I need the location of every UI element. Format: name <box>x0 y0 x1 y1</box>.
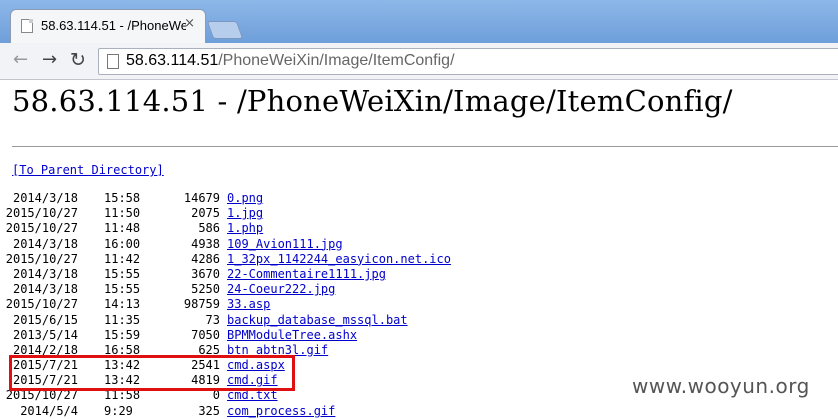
file-size: 586 <box>198 221 220 236</box>
file-size: 2075 <box>191 206 220 221</box>
file-link[interactable]: 1.php <box>227 221 263 236</box>
file-date: 2014/3/18 <box>12 282 78 297</box>
file-link[interactable]: 24-Coeur222.jpg <box>227 282 335 297</box>
page-title: 58.63.114.51 - /PhoneWeiXin/Image/ItemCo… <box>12 84 733 118</box>
file-link[interactable]: 33.asp <box>227 297 270 312</box>
url-host: 58.63.114.51 <box>126 52 219 69</box>
file-link[interactable]: com_process.gif <box>227 404 335 419</box>
file-size: 14679 <box>183 191 220 205</box>
file-time: 11:42 <box>104 251 141 266</box>
file-size: 325 <box>198 403 220 418</box>
file-time: 11:50 <box>104 206 141 221</box>
file-time: 15:55 <box>104 266 141 281</box>
file-link[interactable]: 1.jpg <box>227 206 263 221</box>
file-size: 3670 <box>191 266 220 281</box>
tab-title: 58.63.114.51 - /PhoneWeiXin/Image/ItemCo… <box>41 18 186 33</box>
file-link[interactable]: backup_database_mssql.bat <box>227 313 408 328</box>
file-link[interactable]: 22-Commentaire1111.jpg <box>227 267 386 282</box>
file-size: 7050 <box>191 327 220 342</box>
file-time: 15:58 <box>104 191 141 205</box>
close-tab-icon[interactable]: × <box>184 16 195 31</box>
file-link[interactable]: 109_Avion111.jpg <box>227 237 343 252</box>
file-date: 2014/3/18 <box>12 266 78 281</box>
highlight-box <box>9 355 295 391</box>
file-size: 4938 <box>191 236 220 251</box>
file-date: 2015/10/27 <box>5 221 78 236</box>
browser-toolbar: ← → ↻ 58.63.114.51/PhoneWeiXin/Image/Ite… <box>0 43 838 80</box>
tab-strip: 58.63.114.51 - /PhoneWeiXin/Image/ItemCo… <box>0 0 838 43</box>
back-arrow-icon[interactable]: ← <box>13 51 28 69</box>
browser-tab[interactable]: 58.63.114.51 - /PhoneWeiXin/Image/ItemCo… <box>10 9 206 43</box>
file-time: 11:48 <box>104 221 141 236</box>
file-time: 11:35 <box>104 312 141 327</box>
file-size: 5250 <box>191 282 220 297</box>
file-time: 16:00 <box>104 236 141 251</box>
url-path: /PhoneWeiXin/Image/ItemConfig/ <box>218 52 455 69</box>
page-favicon-icon <box>21 19 33 33</box>
file-size: 73 <box>205 312 220 327</box>
file-size: 98759 <box>183 297 220 312</box>
file-size: 4286 <box>191 251 220 266</box>
address-bar[interactable]: 58.63.114.51/PhoneWeiXin/Image/ItemConfi… <box>98 48 838 75</box>
page-icon <box>107 54 119 69</box>
watermark: www.wooyun.org <box>632 374 810 398</box>
file-date: 2015/10/27 <box>5 206 78 221</box>
file-link[interactable]: BPMModuleTree.ashx <box>227 328 357 343</box>
file-link[interactable]: 0.png <box>227 191 263 206</box>
file-date: 2014/5/4 <box>20 403 78 418</box>
file-date: 2015/10/27 <box>5 251 78 266</box>
file-date: 2014/3/18 <box>12 236 78 251</box>
file-date: 2015/10/27 <box>5 297 78 312</box>
new-tab-button[interactable] <box>206 21 244 39</box>
file-time: 14:13 <box>104 297 141 312</box>
reload-icon[interactable]: ↻ <box>70 51 86 70</box>
file-date: 2013/5/14 <box>12 327 78 342</box>
file-date: 2015/6/15 <box>12 312 78 327</box>
parent-directory-link[interactable]: [To Parent Directory] <box>12 163 164 177</box>
file-time: 9:29 <box>104 403 133 418</box>
file-time: 15:55 <box>104 282 141 297</box>
file-date: 2014/3/18 <box>12 191 78 205</box>
forward-arrow-icon[interactable]: → <box>42 51 57 69</box>
file-link[interactable]: 1_32px_1142244_easyicon.net.ico <box>227 252 451 267</box>
divider <box>12 146 838 147</box>
file-time: 15:59 <box>104 327 141 342</box>
url-text[interactable]: 58.63.114.51/PhoneWeiXin/Image/ItemConfi… <box>126 52 455 70</box>
